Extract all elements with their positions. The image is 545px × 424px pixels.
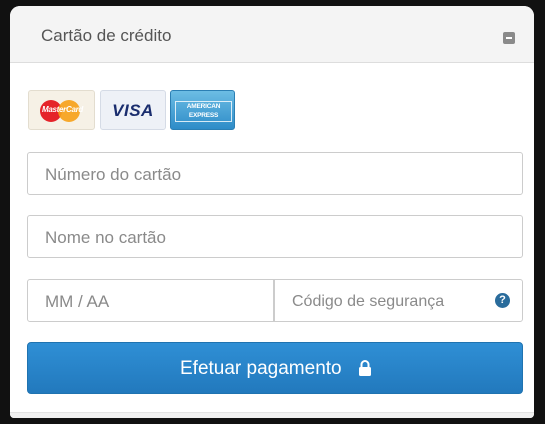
panel-title: Cartão de crédito	[41, 26, 172, 45]
mastercard-logo: MasterCard	[28, 90, 95, 130]
card-name-placeholder: Nome no cartão	[45, 228, 166, 247]
cvv-input[interactable]: Código de segurança ?	[274, 279, 523, 322]
collapse-icon[interactable]	[503, 32, 515, 44]
expiry-input[interactable]: MM / AA	[27, 279, 274, 322]
credit-card-panel: Cartão de crédito MasterCard VISA AMERIC…	[10, 6, 534, 418]
amex-text-line2: EXPRESS	[188, 112, 219, 119]
expiry-placeholder: MM / AA	[45, 292, 110, 311]
amex-logo: AMERICAN EXPRESS	[170, 90, 235, 130]
card-number-input[interactable]: Número do cartão	[27, 152, 523, 195]
lock-icon	[359, 360, 371, 376]
panel-footer-strip	[10, 412, 534, 418]
card-number-placeholder: Número do cartão	[45, 165, 182, 184]
amex-text-line1: AMERICAN	[186, 103, 221, 110]
card-name-input[interactable]: Nome no cartão	[27, 215, 523, 258]
mastercard-text: MasterCard	[41, 105, 84, 114]
question-circle-icon[interactable]: ?	[495, 293, 510, 308]
panel-header: Cartão de crédito	[10, 6, 534, 63]
pay-button-label: Efetuar pagamento	[180, 358, 342, 379]
pay-button[interactable]: Efetuar pagamento	[27, 342, 523, 394]
cvv-placeholder: Código de segurança	[292, 293, 445, 310]
visa-text: VISA	[112, 101, 154, 120]
visa-logo: VISA	[100, 90, 166, 130]
